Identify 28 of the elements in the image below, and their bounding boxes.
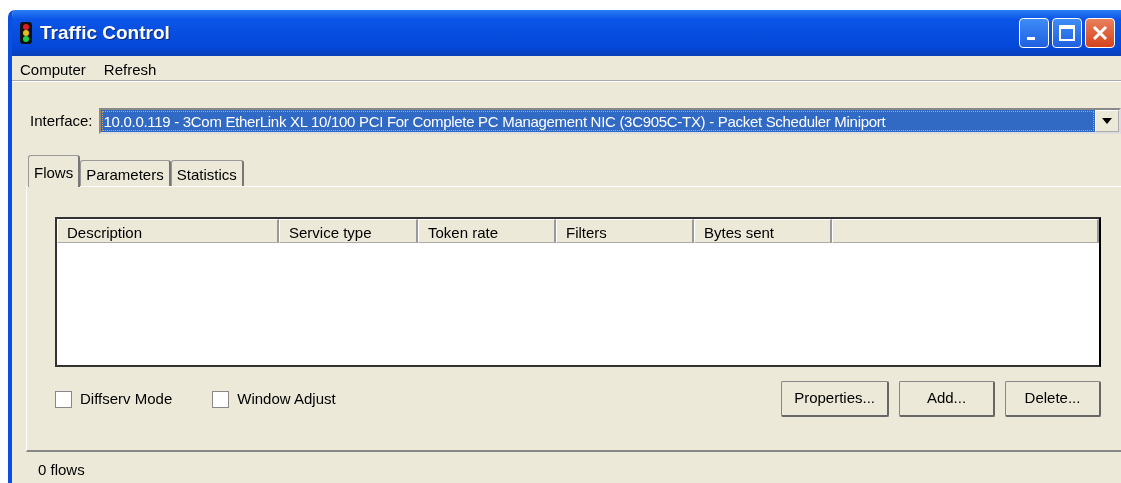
maximize-button[interactable]: [1052, 18, 1082, 48]
tab[interactable]: Flows: [28, 155, 81, 187]
maximize-icon: [1058, 24, 1076, 42]
window-title: Traffic Control: [40, 20, 170, 45]
tab[interactable]: Statistics: [170, 160, 244, 186]
column-header[interactable]: Description: [57, 219, 279, 243]
interface-dropdown[interactable]: 10.0.0.119 - 3Com EtherLink XL 10/100 PCI For Complete PC Management NIC (3C905C-TX) - Packet Scheduler Miniport: [98, 108, 1121, 134]
menu-item[interactable]: Refresh: [101, 59, 159, 77]
column-header[interactable]: Service type: [279, 219, 418, 243]
tab[interactable]: Parameters: [80, 160, 171, 186]
column-header[interactable]: Bytes sent: [694, 219, 832, 243]
minimize-icon: [1027, 37, 1035, 40]
column-header[interactable]: Filters: [556, 219, 694, 243]
menu-item[interactable]: Computer: [18, 59, 88, 77]
column-header[interactable]: Token rate: [418, 219, 556, 243]
interface-label: Interface:: [30, 110, 93, 131]
minimize-button[interactable]: [1019, 18, 1049, 48]
push-button[interactable]: Delete...: [1005, 381, 1101, 417]
push-button[interactable]: Add...: [899, 381, 995, 417]
push-button[interactable]: Properties...: [781, 381, 889, 417]
dropdown-arrow-icon: [1102, 118, 1112, 124]
close-icon: [1091, 24, 1109, 42]
checkbox[interactable]: Diffserv Mode: [55, 387, 173, 411]
checkbox[interactable]: Window Adjust: [212, 387, 336, 411]
traffic-light-icon: [20, 22, 32, 44]
flows-list[interactable]: Description Service type Token rate Filters Bytes sent: [55, 217, 1101, 367]
close-button[interactable]: [1085, 18, 1115, 48]
status-text: 0 flows: [37, 460, 86, 480]
